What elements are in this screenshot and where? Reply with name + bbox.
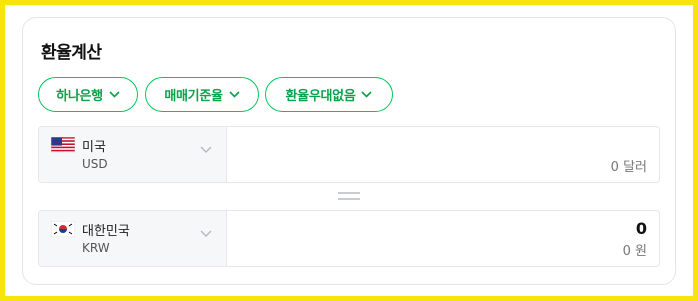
preferential-rate-label: 환율우대없음 [285, 89, 356, 104]
from-currency-select[interactable]: 미국 USD [39, 127, 227, 182]
to-amount-input[interactable]: 0 [636, 219, 647, 238]
chevron-down-icon [109, 91, 120, 98]
to-currency-row: 대한민국 KRW 0 0 원 [38, 210, 660, 267]
rate-type-chip[interactable]: 매매기준율 [145, 77, 259, 112]
chevron-down-icon [229, 91, 240, 98]
bank-select-label: 하나은행 [56, 89, 103, 104]
chevron-down-icon [200, 230, 212, 237]
from-currency-code: USD [82, 157, 108, 171]
widget-title: 환율계산 [41, 43, 102, 63]
from-currency-row: 미국 USD 0 달러 [38, 126, 660, 183]
from-country-name: 미국 [82, 140, 106, 155]
preferential-rate-chip[interactable]: 환율우대없음 [265, 77, 393, 112]
us-flag-icon [51, 137, 75, 153]
kr-flag-icon [51, 221, 75, 237]
to-amount-text: 0 원 [622, 244, 647, 259]
equals-icon [338, 192, 360, 200]
bank-select-chip[interactable]: 하나은행 [38, 77, 138, 112]
to-country-name: 대한민국 [82, 224, 130, 239]
to-currency-select[interactable]: 대한민국 KRW [39, 211, 227, 266]
chevron-down-icon [361, 91, 373, 98]
chevron-down-icon [200, 146, 212, 153]
from-amount-text: 0 달러 [610, 160, 647, 175]
to-currency-code: KRW [82, 241, 110, 255]
rate-type-label: 매매기준율 [164, 89, 223, 104]
